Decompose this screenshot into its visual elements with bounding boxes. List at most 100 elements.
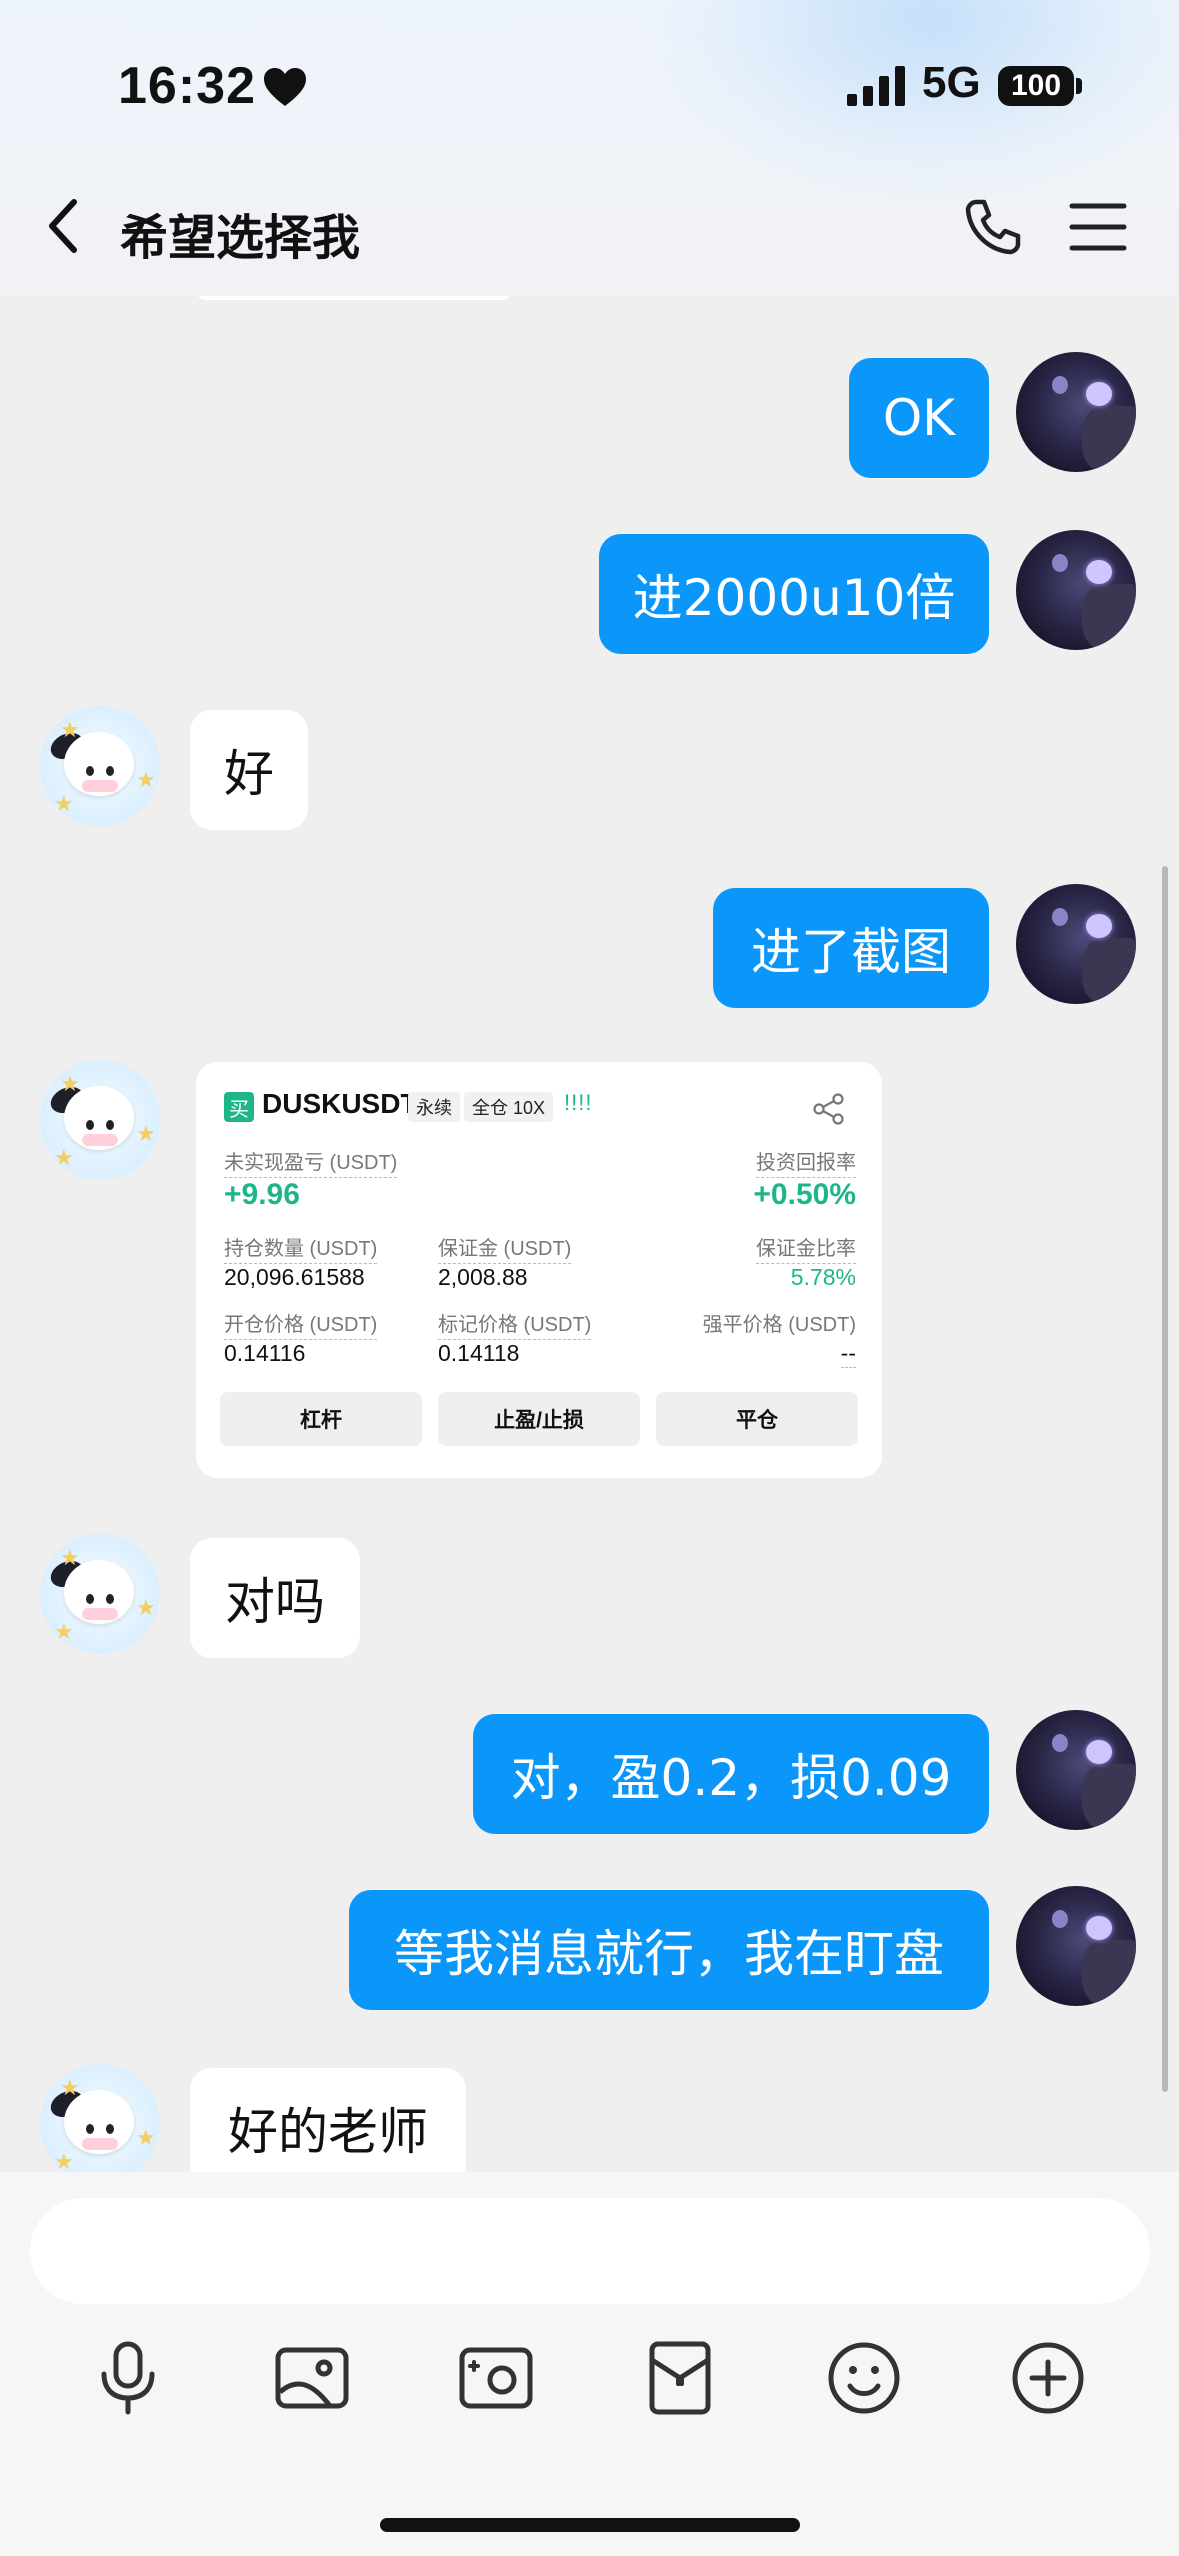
star-icon: ★ xyxy=(136,1122,156,1147)
back-arrow-icon[interactable] xyxy=(40,196,90,256)
star-icon: ★ xyxy=(54,792,74,817)
message-bubble-outgoing[interactable]: 对，盈0.2，损0.09 xyxy=(473,1714,989,1834)
avatar-eye xyxy=(86,766,94,776)
star-icon: ★ xyxy=(136,2126,156,2151)
star-icon: ★ xyxy=(60,1546,80,1571)
avatar-eye xyxy=(1086,560,1112,584)
message-bubble-outgoing[interactable]: OK xyxy=(849,358,989,478)
avatar-eye xyxy=(1086,382,1112,406)
composer-panel xyxy=(0,2172,1179,2556)
trade-screenshot-image[interactable]: 买 DUSKUSDT 永续 全仓 10X !!!! 未实现盈亏 (USDT) +… xyxy=(196,1062,882,1478)
message-input[interactable] xyxy=(30,2198,1150,2304)
message-bubble-outgoing[interactable]: 进了截图 xyxy=(713,888,989,1008)
margin-ratio-label: 保证金比率 xyxy=(756,1232,856,1264)
peer-avatar[interactable]: ★ ★ ★ xyxy=(40,2064,160,2172)
close-position-button: 平仓 xyxy=(656,1392,858,1446)
signal-bars: !!!! xyxy=(564,1090,593,1115)
status-time: 16:32 xyxy=(118,57,256,115)
scrollbar[interactable] xyxy=(1162,866,1168,2092)
home-indicator[interactable] xyxy=(380,2518,800,2532)
header: 16:32 5G 100 希望选择我 xyxy=(0,0,1179,296)
buy-tag: 买 xyxy=(224,1092,254,1122)
emoji-icon[interactable] xyxy=(824,2338,904,2418)
mark-price-value: 0.14118 xyxy=(438,1340,520,1366)
battery-indicator: 100 xyxy=(998,66,1074,106)
avatar-cheek xyxy=(82,1134,118,1146)
message-bubble-incoming[interactable]: 对吗 xyxy=(190,1538,360,1658)
star-icon: ★ xyxy=(54,1146,74,1171)
perpetual-chip: 永续 xyxy=(408,1092,460,1122)
leverage-button: 杠杆 xyxy=(220,1392,422,1446)
message-bubble-outgoing[interactable]: 进2000u10倍 xyxy=(599,534,989,654)
margin-mode-chip: 全仓 10X xyxy=(464,1092,554,1122)
tp-sl-button: 止盈/止损 xyxy=(438,1392,640,1446)
self-avatar[interactable] xyxy=(1016,1710,1136,1830)
avatar-eye xyxy=(1052,376,1068,394)
avatar-cheek xyxy=(82,1608,118,1620)
share-icon xyxy=(813,1093,844,1125)
self-avatar[interactable] xyxy=(1016,884,1136,1004)
avatar-face xyxy=(1082,938,1136,1004)
unrealized-pnl-label: 未实现盈亏 (USDT) xyxy=(224,1146,398,1178)
avatar-cheek xyxy=(82,2138,118,2150)
peer-avatar[interactable]: ★ ★ ★ xyxy=(40,1060,160,1180)
mark-price-label: 标记价格 (USDT) xyxy=(438,1308,592,1340)
entry-price-label: 开仓价格 (USDT) xyxy=(224,1308,378,1340)
roi-value: +0.50% xyxy=(753,1178,856,1211)
star-icon: ★ xyxy=(54,1620,74,1645)
margin-label: 保证金 (USDT) xyxy=(438,1232,572,1264)
avatar-eye xyxy=(106,766,114,776)
peer-avatar[interactable]: ★ ★ ★ xyxy=(40,1534,160,1654)
avatar-eye xyxy=(1052,908,1068,926)
liquidation-price-value: -- xyxy=(840,1340,856,1368)
star-icon: ★ xyxy=(60,2076,80,2101)
plus-icon[interactable] xyxy=(1008,2338,1088,2418)
camera-icon[interactable] xyxy=(456,2338,536,2418)
peer-avatar[interactable]: ★ ★ ★ xyxy=(40,706,160,826)
avatar-cheek xyxy=(82,780,118,792)
star-icon: ★ xyxy=(60,1072,80,1097)
star-icon: ★ xyxy=(60,718,80,743)
previous-bubble-remnant xyxy=(196,296,512,300)
liquidation-price-label: 强平价格 (USDT) xyxy=(702,1314,856,1336)
avatar-eye xyxy=(86,1594,94,1604)
photo-icon[interactable] xyxy=(272,2338,352,2418)
battery-tip xyxy=(1076,78,1082,94)
self-avatar[interactable] xyxy=(1016,530,1136,650)
margin-value: 2,008.88 xyxy=(438,1264,528,1290)
avatar-face xyxy=(1082,1764,1136,1830)
star-icon: ★ xyxy=(136,768,156,793)
message-bubble-incoming[interactable]: 好 xyxy=(190,710,308,830)
unrealized-pnl-value: +9.96 xyxy=(224,1178,300,1211)
avatar-eye xyxy=(1086,914,1112,938)
message-bubble-outgoing[interactable]: 等我消息就行，我在盯盘 xyxy=(349,1890,989,2010)
trade-symbol: DUSKUSDT xyxy=(262,1088,418,1119)
avatar-eye xyxy=(1052,1734,1068,1752)
star-icon: ★ xyxy=(136,1596,156,1621)
avatar-eye xyxy=(106,2124,114,2134)
heart-icon xyxy=(264,68,306,106)
chat-message-list[interactable]: OK 进2000u10倍 ★ ★ ★ 好 进了截图 ★ ★ ★ 买 DUSKUS… xyxy=(0,296,1179,2172)
header-background-glow xyxy=(650,0,1179,200)
message-bubble-incoming[interactable]: 好的老师 xyxy=(190,2068,466,2172)
avatar-eye xyxy=(1086,1916,1112,1940)
avatar-eye xyxy=(1052,554,1068,572)
avatar-eye xyxy=(106,1594,114,1604)
avatar-eye xyxy=(86,2124,94,2134)
margin-ratio-value: 5.78% xyxy=(790,1264,856,1290)
microphone-icon[interactable] xyxy=(88,2338,168,2418)
self-avatar[interactable] xyxy=(1016,1886,1136,2006)
self-avatar[interactable] xyxy=(1016,352,1136,472)
avatar-face xyxy=(1082,1940,1136,2006)
chat-title: 希望选择我 xyxy=(120,210,361,266)
position-size-label: 持仓数量 (USDT) xyxy=(224,1232,378,1264)
phone-call-icon[interactable] xyxy=(962,196,1024,258)
avatar-eye xyxy=(106,1120,114,1130)
network-type: 5G xyxy=(922,58,981,107)
roi-label: 投资回报率 xyxy=(756,1146,856,1178)
menu-icon[interactable] xyxy=(1068,200,1128,254)
red-packet-icon[interactable] xyxy=(640,2338,720,2418)
avatar-eye xyxy=(86,1120,94,1130)
cellular-signal-icon xyxy=(847,66,905,106)
avatar-face xyxy=(1082,406,1136,472)
